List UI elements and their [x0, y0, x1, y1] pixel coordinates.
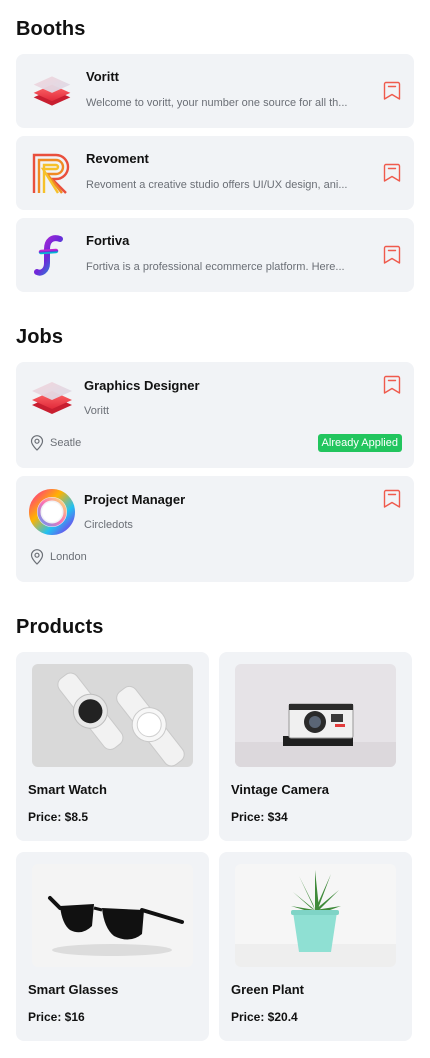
smart-glasses-image [32, 864, 193, 967]
products-heading: Products [16, 616, 104, 638]
product-name: Smart Watch [28, 782, 107, 797]
booth-name: Voritt [86, 69, 119, 84]
job-title: Graphics Designer [84, 378, 200, 393]
circledots-logo-icon [29, 489, 75, 535]
booth-name: Fortiva [86, 233, 130, 248]
product-name: Green Plant [231, 982, 304, 997]
job-location: London [30, 549, 87, 565]
vintage-camera-image [235, 664, 396, 767]
bookmark-icon[interactable] [383, 163, 401, 183]
location-pin-icon [30, 549, 44, 565]
fortiva-logo-icon [34, 235, 63, 276]
voritt-logo-icon [30, 69, 74, 113]
product-card-green-plant[interactable]: Green Plant Price: $20.4 [219, 852, 412, 1041]
job-title: Project Manager [84, 492, 186, 507]
job-location-text: Seatle [50, 437, 82, 449]
bookmark-icon[interactable] [383, 245, 401, 265]
product-price: Price: $34 [231, 810, 288, 824]
booth-card-revoment[interactable]: Revoment Revoment a creative studio offe… [16, 136, 414, 210]
product-price: Price: $20.4 [231, 1010, 298, 1024]
booths-heading: Booths [16, 18, 86, 40]
product-name: Vintage Camera [231, 782, 330, 797]
job-location: Seatle [30, 435, 81, 451]
booth-card-voritt[interactable]: Voritt Welcome to voritt, your number on… [16, 54, 414, 128]
green-plant-image [235, 864, 396, 967]
product-price: Price: $16 [28, 1010, 85, 1024]
product-name: Smart Glasses [28, 982, 119, 997]
booth-name: Revoment [86, 151, 149, 166]
product-card-smart-glasses[interactable]: Smart Glasses Price: $16 [16, 852, 209, 1041]
job-company: Circledots [84, 519, 133, 531]
product-price: Price: $8.5 [28, 810, 89, 824]
booth-description: Welcome to voritt, your number one sourc… [86, 97, 348, 109]
job-card-graphics-designer[interactable]: Graphics Designer Voritt Seatle Already … [16, 362, 414, 468]
product-card-vintage-camera[interactable]: Vintage Camera Price: $34 [219, 652, 412, 841]
voritt-logo-icon [28, 374, 76, 422]
bookmark-icon[interactable] [383, 489, 401, 509]
booth-card-fortiva[interactable]: Fortiva Fortiva is a professional ecomme… [16, 218, 414, 292]
job-card-project-manager[interactable]: Project Manager Circledots London [16, 476, 414, 582]
location-pin-icon [30, 435, 44, 451]
job-location-text: London [50, 551, 87, 563]
jobs-heading: Jobs [16, 326, 64, 348]
bookmark-icon[interactable] [383, 375, 401, 395]
booth-description: Fortiva is a professional ecommerce plat… [86, 261, 345, 273]
product-card-smart-watch[interactable]: Smart Watch Price: $8.5 [16, 652, 209, 841]
revoment-logo-icon [32, 153, 70, 194]
already-applied-badge: Already Applied [317, 434, 402, 452]
booth-description: Revoment a creative studio offers UI/UX … [86, 179, 348, 191]
bookmark-icon[interactable] [383, 81, 401, 101]
job-company: Voritt [84, 405, 110, 417]
smart-watch-image [32, 664, 193, 767]
